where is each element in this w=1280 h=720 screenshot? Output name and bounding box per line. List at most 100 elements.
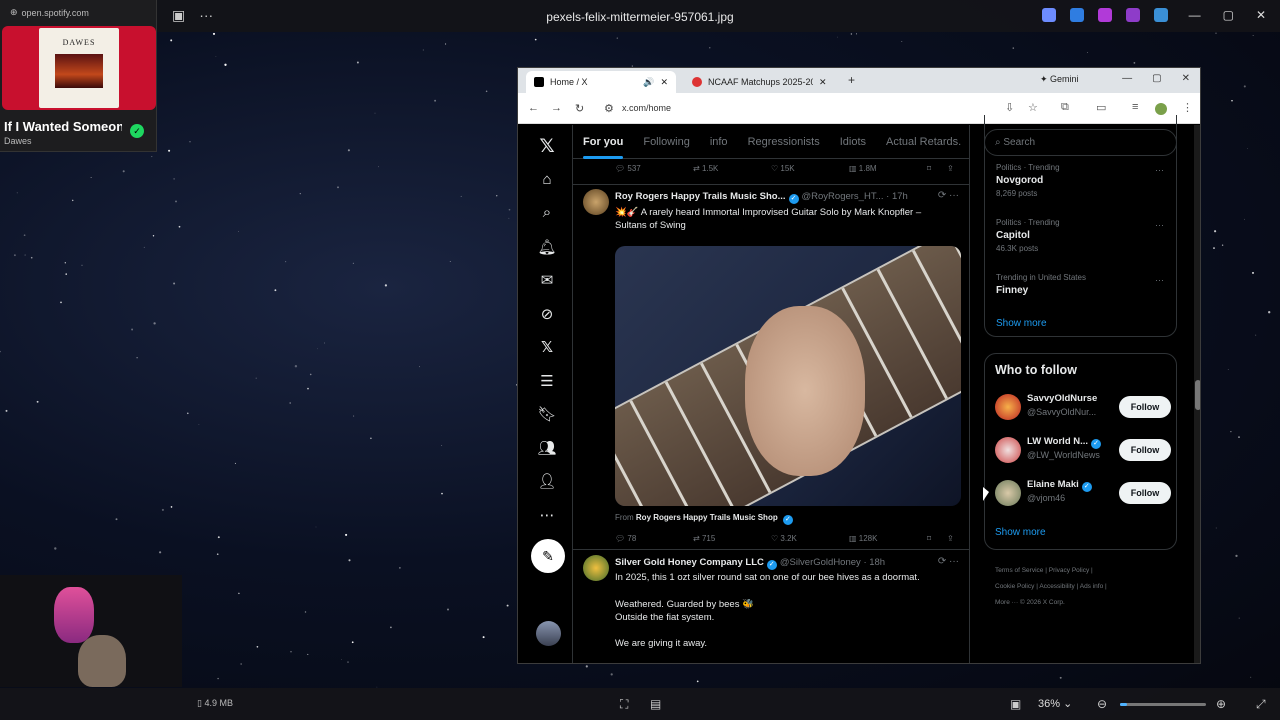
share-icon[interactable]: ⇪ — [947, 164, 959, 178]
footer-link[interactable]: Privacy Policy — [1049, 567, 1089, 574]
site-info-icon[interactable]: ⚙ — [604, 102, 614, 115]
zoom-level[interactable]: 36% ⌄ — [1038, 697, 1072, 710]
tweet-menu-icon[interactable]: ⟳ ··· — [938, 190, 959, 201]
footer-more-link[interactable]: More ··· — [995, 599, 1018, 606]
saved-check-icon[interactable]: ✓ — [130, 124, 144, 138]
maximize-icon[interactable]: ▢ — [1152, 73, 1161, 84]
user-avatar[interactable] — [995, 394, 1021, 420]
new-tab-icon[interactable]: + — [848, 73, 855, 87]
follow-button[interactable]: Follow — [1119, 482, 1171, 504]
adjust-icon[interactable]: ▤ — [650, 697, 661, 711]
user-avatar[interactable] — [995, 437, 1021, 463]
lists-icon[interactable]: ☰ — [537, 372, 557, 390]
profile-avatar[interactable] — [1155, 103, 1167, 115]
show-more-follow-link[interactable]: Show more — [995, 527, 1046, 538]
follow-button[interactable]: Follow — [1119, 396, 1171, 418]
footer-link[interactable]: Accessibility — [1039, 583, 1074, 590]
repost-button[interactable]: ⇄ 1.5K — [693, 164, 771, 178]
messages-icon[interactable]: ✉ — [537, 271, 557, 289]
trend-more-icon[interactable]: ··· — [1155, 220, 1164, 230]
follow-button[interactable]: Follow — [1119, 439, 1171, 461]
tab-for-you[interactable]: For you — [583, 136, 624, 159]
tab-regressionists[interactable]: Regressionists — [748, 136, 820, 148]
forward-icon[interactable]: → — [551, 102, 562, 114]
grok-icon[interactable]: ⊘ — [537, 305, 557, 323]
trend-item[interactable]: Politics · Trending Novgorod 8,269 posts — [996, 163, 1060, 198]
tab-following[interactable]: Following — [643, 136, 689, 148]
spotify-miniplayer[interactable]: ⊕ open.spotify.com DAWES If I Wanted Some… — [0, 0, 157, 152]
reload-icon[interactable]: ↻ — [575, 102, 584, 115]
crop-icon[interactable]: ⛶ — [620, 697, 628, 712]
footer-link[interactable]: Cookie Policy — [995, 583, 1034, 590]
notifications-icon[interactable]: 🔔︎ — [537, 238, 557, 256]
reply-button[interactable]: 💬︎ 78 — [615, 534, 693, 548]
tab-home-x[interactable]: Home / X 🔊 ✕ — [526, 71, 676, 93]
profile-icon[interactable]: 👤︎ — [537, 472, 557, 490]
search-icon[interactable]: ⌕ — [537, 204, 557, 221]
post-button[interactable]: ✎ — [531, 539, 565, 573]
install-icon[interactable]: ⇩ — [1005, 101, 1014, 114]
bookmarks-icon[interactable]: 🔖︎ — [537, 405, 557, 423]
follow-suggestion[interactable]: LW World N... ✓ @LW_WorldNews Follow — [995, 436, 1171, 467]
user-avatar[interactable] — [995, 480, 1021, 506]
fit-icon[interactable]: ▣ — [1010, 697, 1021, 711]
zoom-slider[interactable] — [1120, 703, 1206, 706]
bookmark-icon[interactable]: ⌑ — [927, 534, 947, 548]
bookmark-icon[interactable]: ⌑ — [927, 164, 947, 178]
trend-more-icon[interactable]: ··· — [1155, 275, 1164, 285]
footer-link[interactable]: Ads info — [1080, 583, 1104, 590]
tab-ncaaf[interactable]: NCAAF Matchups 2025-2026 - ✕ — [684, 71, 836, 93]
minimize-icon[interactable]: — — [1189, 8, 1201, 22]
app-icon[interactable] — [1070, 8, 1084, 22]
gemini-button[interactable]: ✦ Gemini — [1040, 74, 1079, 85]
url-field[interactable]: x.com/home — [622, 103, 671, 113]
close-icon[interactable]: ✕ — [1256, 8, 1266, 22]
tab-close-icon[interactable]: ✕ — [819, 77, 827, 88]
extensions-icon[interactable]: ⧉ — [1061, 101, 1069, 114]
home-icon[interactable]: ⌂ — [537, 171, 557, 188]
tab-close-icon[interactable]: ✕ — [660, 77, 668, 88]
trend-item[interactable]: Trending in United States Finney — [996, 273, 1086, 299]
app-icon[interactable] — [1042, 8, 1056, 22]
like-button[interactable]: ♡ 15K — [771, 164, 849, 178]
tweet-author[interactable]: Silver Gold Honey Company LLC ✓ @SilverGol… — [615, 557, 885, 570]
follow-suggestion[interactable]: SavvyOldNurse @SavvyOldNur... Follow — [995, 393, 1171, 424]
maximize-icon[interactable]: ▢ — [1223, 8, 1234, 22]
app-icon[interactable] — [1154, 8, 1168, 22]
footer-link[interactable]: Terms of Service — [995, 567, 1043, 574]
reply-button[interactable]: 💬︎ 537 — [615, 164, 693, 178]
follow-suggestion[interactable]: Elaine Maki ✓ @vjom46 Follow — [995, 479, 1171, 510]
page-scrollbar[interactable] — [1194, 125, 1200, 663]
app-icon[interactable] — [1098, 8, 1112, 22]
minimize-icon[interactable]: — — [1122, 73, 1132, 84]
back-icon[interactable]: ← — [528, 102, 539, 114]
premium-x-icon[interactable]: 𝕏 — [537, 338, 557, 356]
communities-icon[interactable]: 👥︎ — [537, 439, 557, 457]
tab-info[interactable]: info — [710, 136, 728, 148]
tweet-menu-icon[interactable]: ⟳ ··· — [938, 556, 959, 567]
media-icon[interactable]: ≡ — [1132, 101, 1138, 113]
zoom-out-icon[interactable]: ⊖ — [1097, 697, 1107, 711]
tab-actual-retards[interactable]: Actual Retards. — [886, 136, 961, 148]
tweet-video[interactable] — [615, 246, 961, 506]
menu-icon[interactable]: ⋮ — [1182, 101, 1193, 114]
tweet-avatar[interactable] — [583, 555, 609, 581]
zoom-in-icon[interactable]: ⊕ — [1216, 697, 1226, 711]
trend-more-icon[interactable]: ··· — [1155, 165, 1164, 175]
show-more-trends-link[interactable]: Show more — [996, 318, 1047, 329]
repost-button[interactable]: ⇄ 715 — [693, 534, 771, 548]
app-icon[interactable] — [1126, 8, 1140, 22]
more-icon[interactable]: ⋯ — [537, 506, 557, 524]
tab-idiots[interactable]: Idiots — [840, 136, 866, 148]
search-input[interactable]: ⌕ Search — [984, 129, 1177, 156]
tweet-author[interactable]: Roy Rogers Happy Trails Music Sho... ✓ @Ro… — [615, 191, 908, 204]
like-button[interactable]: ♡ 3.2K — [771, 534, 849, 548]
close-icon[interactable]: ✕ — [1182, 73, 1190, 84]
x-logo-icon[interactable]: 𝕏 — [537, 135, 557, 158]
bookmark-star-icon[interactable]: ☆ — [1028, 101, 1038, 114]
speaker-icon[interactable]: 🔊 — [643, 77, 654, 88]
share-icon[interactable]: ⇪ — [947, 534, 959, 548]
scrollbar-thumb[interactable] — [1195, 380, 1200, 410]
tweet-avatar[interactable] — [583, 189, 609, 215]
trend-item[interactable]: Politics · Trending Capitol 46.3K posts — [996, 218, 1060, 253]
